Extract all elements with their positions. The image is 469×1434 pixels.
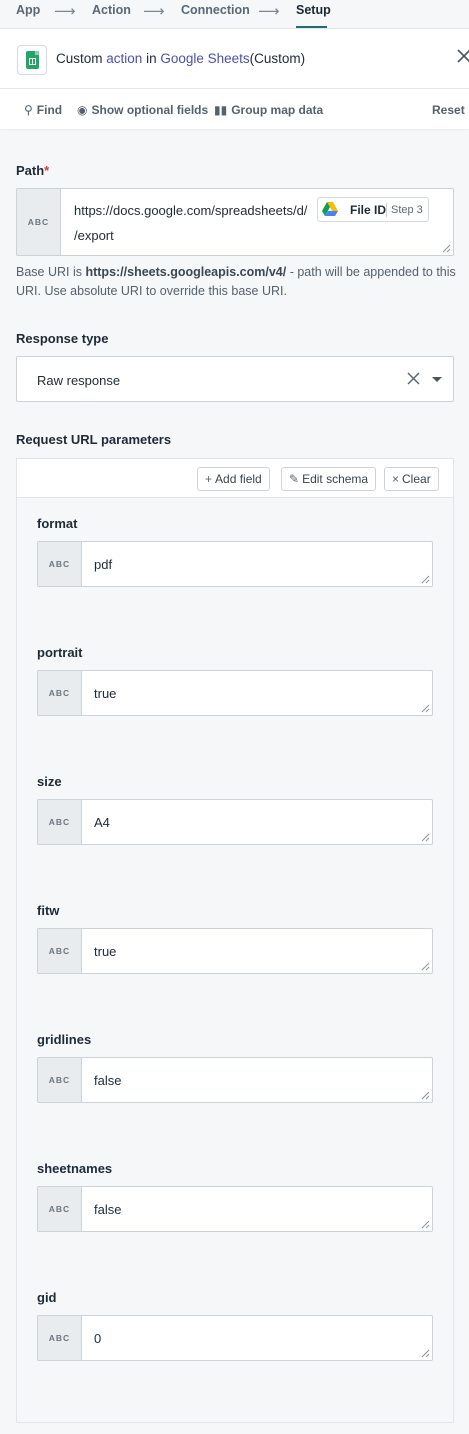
type-badge: ABC — [38, 800, 82, 844]
title-in: in — [146, 51, 157, 66]
path-input[interactable]: ABC https://docs.google.com/spreadsheets… — [16, 188, 454, 256]
pill-step: Step 3 — [391, 204, 423, 216]
resize-handle-icon[interactable] — [421, 575, 430, 584]
active-step-indicator — [296, 26, 327, 28]
field-label-fitw: fitw — [37, 903, 60, 918]
close-icon: × — [392, 472, 400, 486]
type-badge: ABC — [38, 671, 82, 715]
clear-selection-icon[interactable] — [407, 372, 420, 385]
field-label-size: size — [37, 774, 62, 789]
show-optional-fields-button[interactable]: ◉ Show optional fields — [77, 103, 208, 117]
add-field-button[interactable]: + Add field — [197, 467, 270, 491]
title-suffix: (Custom) — [249, 51, 306, 66]
resize-handle-icon[interactable] — [421, 1349, 430, 1358]
resize-handle-icon[interactable] — [421, 962, 430, 971]
field-value: A4 — [94, 815, 110, 830]
step-action[interactable]: Action — [92, 3, 131, 17]
app-link[interactable]: Google Sheets — [160, 51, 249, 66]
field-value: 0 — [94, 1331, 102, 1346]
resize-handle-icon[interactable] — [421, 833, 430, 842]
close-icon[interactable] — [455, 47, 469, 65]
wizard-stepper: App ⟶ Action ⟶ Connection ⟶ Setup — [0, 0, 469, 29]
field-input-format[interactable]: ABC pdf — [37, 541, 433, 587]
google-drive-icon — [322, 202, 338, 216]
params-toolbar: + Add field ✎ Edit schema × Clear — [17, 459, 453, 498]
resize-handle-icon[interactable] — [442, 244, 451, 253]
action-link[interactable]: action — [106, 51, 142, 66]
field-input-portrait[interactable]: ABC true — [37, 670, 433, 716]
type-badge: ABC — [38, 1316, 82, 1360]
resize-handle-icon[interactable] — [421, 1091, 430, 1100]
resize-handle-icon[interactable] — [421, 1220, 430, 1229]
search-icon: ⚲ — [24, 103, 33, 117]
path-label: Path* — [16, 163, 50, 178]
reset-button[interactable]: Reset — [432, 103, 465, 117]
step-setup[interactable]: Setup — [296, 3, 331, 17]
google-sheets-icon — [17, 45, 47, 75]
field-value: pdf — [94, 557, 113, 572]
step-app[interactable]: App — [16, 3, 40, 17]
pill-label: File ID — [350, 203, 387, 217]
eye-icon: ◉ — [77, 103, 88, 117]
plus-icon: + — [205, 472, 213, 486]
type-badge: ABC — [38, 1058, 82, 1102]
resize-handle-icon[interactable] — [421, 704, 430, 713]
chevron-down-icon[interactable] — [432, 377, 442, 382]
type-badge: ABC — [38, 542, 82, 586]
group-map-data-button[interactable]: ▮▮ Group map data — [214, 103, 323, 117]
params-panel: + Add field ✎ Edit schema × Clear format AB… — [16, 458, 454, 1423]
field-input-sheetnames[interactable]: ABC false — [37, 1186, 433, 1232]
find-button[interactable]: ⚲ Find — [24, 103, 62, 117]
panel-header: Custom action in Google Sheets(Custom) — [0, 29, 469, 89]
type-badge: ABC — [17, 189, 61, 255]
field-value: true — [94, 686, 117, 701]
arrow-right-icon: ⟶ — [54, 3, 76, 20]
path-text-before: https://docs.google.com/spreadsheets/d/ — [74, 203, 308, 218]
type-badge: ABC — [38, 929, 82, 973]
selected-value: Raw response — [37, 373, 121, 388]
form-content: Path* ABC https://docs.google.com/spread… — [0, 131, 469, 1434]
field-value: false — [94, 1202, 122, 1217]
clear-button[interactable]: × Clear — [384, 467, 439, 491]
field-label-gridlines: gridlines — [37, 1032, 92, 1047]
recipe-toolbar: ⚲ Find ◉ Show optional fields ▮▮ Group map … — [0, 90, 469, 130]
datapill-file-id[interactable]: File ID Step 3 — [317, 197, 429, 222]
field-input-gid[interactable]: ABC 0 — [37, 1315, 433, 1361]
field-input-size[interactable]: ABC A4 — [37, 799, 433, 845]
type-badge: ABC — [38, 1187, 82, 1231]
edit-schema-button[interactable]: ✎ Edit schema — [281, 467, 377, 491]
pencil-icon: ✎ — [289, 472, 300, 486]
arrow-right-icon: ⟶ — [143, 3, 165, 20]
group-icon: ▮▮ — [214, 103, 228, 117]
title-prefix: Custom — [56, 51, 103, 66]
required-marker: * — [44, 163, 50, 178]
field-label-gid: gid — [37, 1290, 57, 1305]
field-value: true — [94, 944, 117, 959]
step-connection[interactable]: Connection — [181, 3, 250, 17]
field-label-portrait: portrait — [37, 645, 83, 660]
response-type-label: Response type — [16, 331, 109, 346]
response-type-select[interactable]: Raw response — [16, 356, 454, 402]
field-label-sheetnames: sheetnames — [37, 1161, 113, 1176]
request-url-params-label: Request URL parameters — [16, 432, 172, 447]
field-value: false — [94, 1073, 122, 1088]
field-input-fitw[interactable]: ABC true — [37, 928, 433, 974]
field-label-format: format — [37, 516, 78, 531]
arrow-right-icon: ⟶ — [258, 3, 280, 20]
field-input-gridlines[interactable]: ABC false — [37, 1057, 433, 1103]
path-hint: Base URI is https://sheets.googleapis.co… — [16, 265, 456, 298]
panel-title: Custom action in Google Sheets(Custom) — [56, 51, 305, 66]
path-text-after: /export — [74, 228, 114, 243]
